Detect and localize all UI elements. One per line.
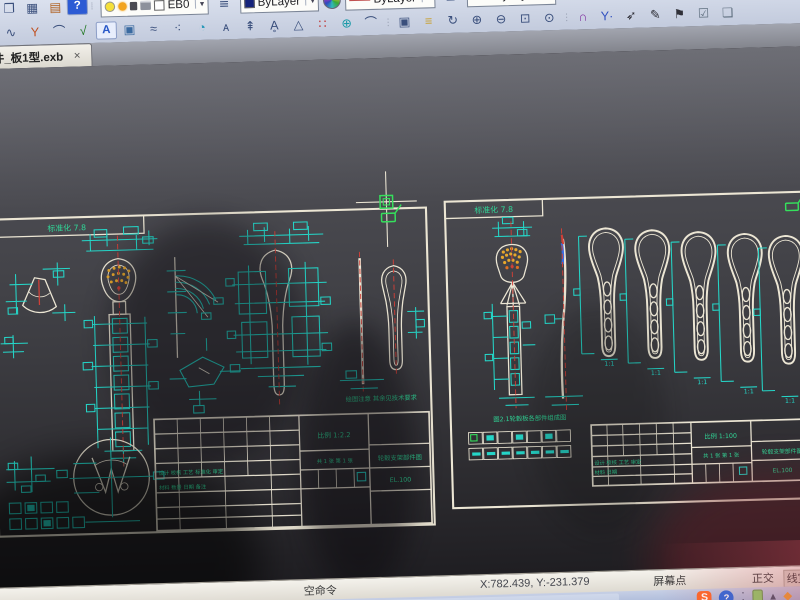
color-dropdown[interactable]: ByLayer ▾ [240, 0, 320, 14]
layer-on-icon [105, 1, 116, 12]
text-pair-icon[interactable]: ᴀ [214, 17, 238, 38]
trim-tool-icon[interactable]: Υ [23, 22, 47, 43]
linetype-list-icon[interactable]: ≡ [560, 0, 584, 4]
array-grid-icon[interactable]: ∷ [311, 14, 335, 35]
layer-manager-icon[interactable]: ≣ [212, 0, 236, 13]
color-wheel-icon[interactable] [323, 0, 341, 9]
status-linewidth-toggle[interactable]: 线宽 [783, 569, 800, 588]
blue-app-icon[interactable]: ? [719, 590, 734, 600]
layer-name: EB0 [167, 0, 189, 11]
drawing-canvas[interactable]: 标准化 7.8 [0, 46, 800, 588]
layer-freeze-icon [118, 2, 127, 11]
checkbox-tool-icon[interactable]: ☑ [692, 4, 716, 25]
pan-tool-icon[interactable]: ↻ [441, 11, 465, 32]
crosshair-cursor[interactable] [355, 171, 418, 248]
separator: ⋮ [383, 13, 392, 33]
annotate-icon[interactable]: Ḁ [262, 16, 286, 37]
arc-fit-icon[interactable]: ⌒ [359, 13, 383, 34]
chevron-down-icon[interactable]: ▾ [305, 0, 315, 6]
battery-icon[interactable] [752, 589, 763, 600]
linetype-list-group: ≡ [560, 0, 584, 4]
show-hidden-icons[interactable]: ▴ [770, 589, 776, 600]
table-bar-icon[interactable]: ≡ [417, 11, 441, 32]
zoom-in-icon[interactable]: ⊕ [465, 10, 489, 31]
color-value: ByLayer [258, 0, 301, 8]
separator: ⁞ [88, 0, 97, 17]
status-screen-point[interactable]: 屏幕点 [653, 573, 687, 590]
edit-text-icon[interactable]: ✎ [643, 5, 667, 26]
move-text-icon[interactable]: ⇞ [238, 16, 262, 37]
branch-node-icon[interactable]: Y· [595, 6, 619, 27]
tab-close-icon[interactable]: × [74, 49, 81, 62]
zoom-window-icon[interactable]: ⊡ [513, 9, 537, 30]
document-tab-title: 壳件_板1型.exb [0, 47, 63, 66]
table-calc-icon[interactable]: ▦ [20, 0, 44, 19]
frame-view-icon[interactable]: ▣ [393, 12, 417, 33]
raster-image-icon[interactable]: ▣ [118, 20, 142, 41]
cursor-layer [0, 46, 800, 588]
wheel-insert-icon[interactable]: ⊕ [335, 14, 359, 35]
spline-edit-icon[interactable]: ≈ [142, 19, 166, 40]
lineweight-list-group: ≣ [439, 0, 463, 7]
layer-plot-icon [140, 0, 151, 10]
help-icon[interactable]: ? [67, 0, 88, 15]
flag-tool-icon[interactable]: ⚑ [668, 4, 692, 25]
color-swatch [244, 0, 255, 8]
check-tool-icon[interactable]: √ [71, 21, 95, 42]
cad-application-window: ▾❐▦▤?⁞ EB0 ▾ ≣ ByLayer ▾ ByLayer ▾ [0, 0, 800, 600]
cursor-edit-badge-icon [381, 205, 401, 222]
lineweight-list-icon[interactable]: ≣ [439, 0, 463, 7]
image-frame-icon[interactable]: ❏ [716, 3, 740, 24]
lineweight-value: ByLayer [373, 0, 416, 5]
text-frame-icon[interactable]: A [96, 21, 117, 39]
layer-manager-group: ≣ [212, 0, 236, 13]
coordinates-display: X:782.439, Y:-231.379 [480, 575, 590, 591]
chevron-down-icon[interactable]: ▾ [421, 0, 431, 2]
separator: ⋮ [562, 8, 571, 28]
toolbox-icon[interactable]: ▤ [44, 0, 68, 18]
fillet-tool-icon[interactable]: ⌒ [47, 22, 71, 43]
monitor-photo: ▾❐▦▤?⁞ EB0 ▾ ≣ ByLayer ▾ ByLayer ▾ [0, 0, 800, 600]
system-tray: S?⁚▴◆◢◗ [697, 587, 800, 600]
point-spray-icon[interactable]: ⁖ [166, 18, 190, 39]
layer-color-swatch [154, 0, 165, 10]
zoom-out-icon[interactable]: ⊖ [489, 9, 513, 30]
security-app-icon[interactable]: ◆ [783, 588, 792, 600]
curve-plot-icon[interactable]: ∿ [0, 23, 23, 44]
layer-lock-icon [130, 1, 138, 10]
new-window-icon[interactable]: ❐ [0, 0, 21, 19]
zoom-all-icon[interactable]: ⊙ [537, 8, 561, 29]
pie-view-icon[interactable]: ◔ [190, 18, 214, 39]
sogou-input-icon[interactable]: S [697, 591, 712, 600]
snap-magnet-icon[interactable]: ∩ [571, 7, 595, 28]
linetype-value: ByLayer [494, 0, 537, 2]
lineweight-sample [349, 0, 370, 1]
file-icons-group: ▾❐▦▤?⁞ [0, 0, 97, 20]
mini-tray-icon[interactable]: ⁚ [741, 589, 745, 600]
layer-dropdown[interactable]: EB0 ▾ [100, 0, 209, 18]
chevron-down-icon[interactable]: ▾ [195, 0, 205, 9]
dim-style-icon[interactable]: △ [287, 15, 311, 36]
command-status: 空命令 [304, 582, 338, 599]
palette-group [323, 0, 341, 9]
status-ortho-toggle[interactable]: 正交 [752, 570, 774, 586]
leader-arrow-icon[interactable]: ➶ [619, 6, 643, 27]
